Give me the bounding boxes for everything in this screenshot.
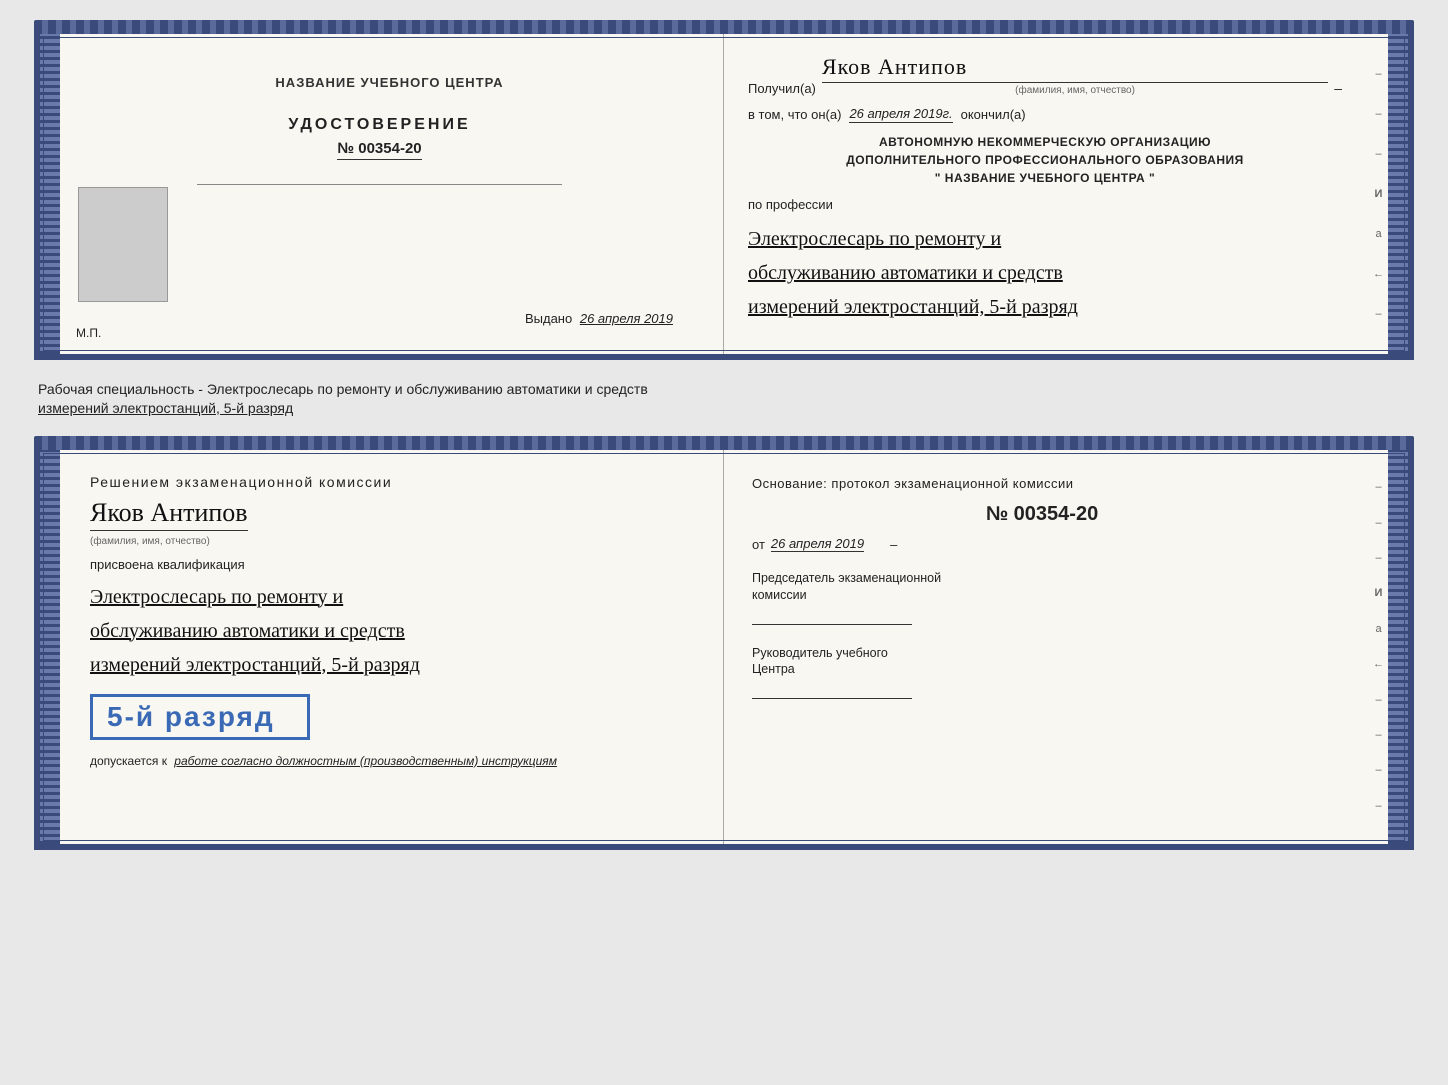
stamp-label: М.П.: [76, 326, 101, 340]
profession-line2: обслуживанию автоматики и средств: [748, 256, 1342, 290]
udostoverenie-block: УДОСТОВЕРЕНИЕ № 00354-20: [288, 116, 470, 160]
predsedatel-line2: комиссии: [752, 588, 1332, 602]
recipient-name: Яков Антипов: [822, 54, 1328, 83]
bottom-decoration-bar: [34, 436, 1414, 450]
document-bottom: Решением экзаменационной комиссии Яков А…: [34, 436, 1414, 850]
prisvoena-label: присвоена квалификация: [90, 557, 693, 572]
document-top-body: НАЗВАНИЕ УЧЕБНОГО ЦЕНТРА УДОСТОВЕРЕНИЕ №…: [34, 34, 1414, 360]
v-tom-label: в том, что он(а): [748, 107, 841, 122]
po-professii-row: по профессии: [748, 197, 1342, 212]
po-professii-label: по профессии: [748, 197, 833, 212]
org-block: АВТОНОМНУЮ НЕКОММЕРЧЕСКУЮ ОРГАНИЗАЦИЮ ДО…: [748, 133, 1342, 187]
vydano-date: 26 апреля 2019: [580, 311, 673, 326]
dopuskaetsya-block: допускается к работе согласно должностны…: [90, 752, 693, 770]
document-bottom-body: Решением экзаменационной комиссии Яков А…: [34, 450, 1414, 850]
photo-placeholder: [78, 187, 168, 302]
osnovanie-label: Основание: протокол экзаменационной коми…: [752, 474, 1332, 494]
rukovoditel-block: Руководитель учебного Центра: [752, 645, 1332, 700]
fio-hint-top: (фамилия, имя, отчество): [822, 85, 1328, 96]
center-title-top: НАЗВАНИЕ УЧЕБНОГО ЦЕНТРА: [275, 74, 503, 92]
person-name-block: Яков Антипов (фамилия, имя, отчество): [90, 498, 693, 549]
resheniem-title: Решением экзаменационной комиссии: [90, 474, 693, 490]
qual-line2: обслуживанию автоматики и средств: [90, 614, 693, 648]
qual-line1: Электрослесарь по ремонту и: [90, 580, 693, 614]
vydano-block: Выдано 26 апреля 2019: [525, 311, 673, 326]
razryad-badge-text: 5-й разряд: [107, 701, 275, 732]
dopuskaetsya-text: работе согласно должностным (производств…: [174, 754, 557, 768]
bottom-doc-left: Решением экзаменационной комиссии Яков А…: [40, 450, 724, 844]
date-top: 26 апреля 2019г.: [849, 106, 952, 123]
udostoverenie-number: № 00354-20: [337, 140, 421, 160]
top-decoration-bar: [34, 20, 1414, 34]
document-top: НАЗВАНИЕ УЧЕБНОГО ЦЕНТРА УДОСТОВЕРЕНИЕ №…: [34, 20, 1414, 360]
predsedatel-line1: Председатель экзаменационной: [752, 570, 1332, 588]
top-doc-left: НАЗВАНИЕ УЧЕБНОГО ЦЕНТРА УДОСТОВЕРЕНИЕ №…: [40, 34, 724, 354]
org-line2: ДОПОЛНИТЕЛЬНОГО ПРОФЕССИОНАЛЬНОГО ОБРАЗО…: [748, 151, 1342, 169]
ot-date-value: 26 апреля 2019: [771, 536, 864, 552]
okonchil-label: окончил(а): [961, 107, 1026, 122]
dopuskaetsya-label: допускается к: [90, 754, 167, 768]
udostoverenie-title: УДОСТОВЕРЕНИЕ: [288, 116, 470, 134]
v-tom-row: в том, что он(а) 26 апреля 2019г. окончи…: [748, 106, 1342, 123]
org-line1: АВТОНОМНУЮ НЕКОММЕРЧЕСКУЮ ОРГАНИЗАЦИЮ: [748, 133, 1342, 151]
dash-top: –: [1334, 80, 1342, 96]
vydano-label: Выдано: [525, 311, 572, 326]
between-text-line1: Рабочая специальность - Электрослесарь п…: [38, 380, 1410, 400]
protocol-number: № 00354-20: [752, 503, 1332, 526]
rukovoditel-signature-line: [752, 698, 912, 699]
profession-block: Электрослесарь по ремонту и обслуживанию…: [748, 222, 1342, 324]
between-docs: Рабочая специальность - Электрослесарь п…: [34, 376, 1414, 420]
rukovoditel-line2: Центра: [752, 662, 1332, 676]
predsedatel-block: Председатель экзаменационной комиссии: [752, 570, 1332, 625]
stamp-area: М.П.: [76, 326, 101, 340]
center-title-label: НАЗВАНИЕ УЧЕБНОГО ЦЕНТРА: [275, 75, 503, 90]
ot-date-row: от 26 апреля 2019 –: [752, 536, 1332, 552]
qual-line3: измерений электростанций, 5-й разряд: [90, 648, 693, 682]
person-name-large: Яков Антипов: [90, 498, 248, 531]
bottom-doc-right: – – – И а ← – – – – Основание: протокол …: [724, 450, 1408, 844]
recipient-row: Получил(а) Яков Антипов (фамилия, имя, о…: [748, 54, 1342, 96]
qualification-block: Электрослесарь по ремонту и обслуживанию…: [90, 580, 693, 682]
rukovoditel-line1: Руководитель учебного: [752, 645, 1332, 663]
razryad-badge-block: 5-й разряд: [90, 694, 310, 740]
profession-line3: измерений электростанций, 5-й разряд: [748, 290, 1342, 324]
org-line3: " НАЗВАНИЕ УЧЕБНОГО ЦЕНТРА ": [748, 169, 1342, 187]
fio-hint-bottom: (фамилия, имя, отчество): [90, 536, 210, 547]
between-text-line2: измерений электростанций, 5-й разряд: [38, 400, 1410, 416]
poluchil-label: Получил(а): [748, 81, 816, 96]
ot-label: от: [752, 537, 765, 552]
top-doc-right: – – – И а ← – Получил(а) Яков Антипов (ф…: [724, 34, 1408, 354]
profession-line1: Электрослесарь по ремонту и: [748, 222, 1342, 256]
predsedatel-signature-line: [752, 624, 912, 625]
